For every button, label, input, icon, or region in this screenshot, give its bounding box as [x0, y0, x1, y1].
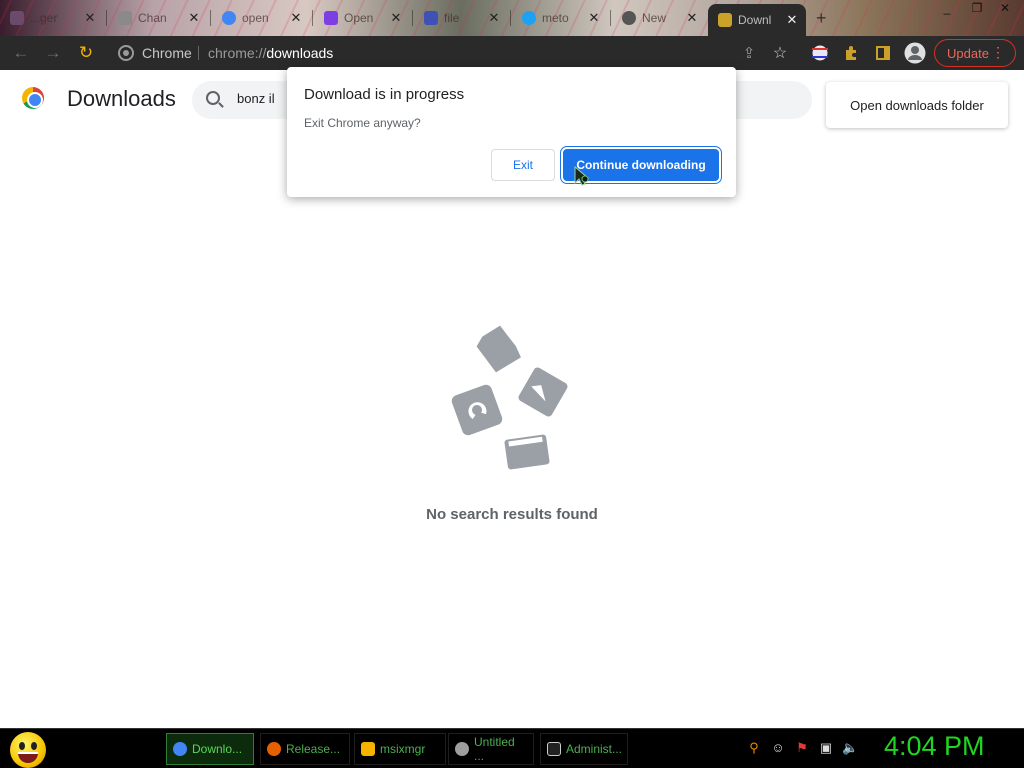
- tab-favicon-icon: [10, 11, 24, 25]
- exit-confirmation-dialog: Download is in progress Exit Chrome anyw…: [287, 67, 736, 197]
- taskbar-item-msixmgr[interactable]: msixmgr: [354, 733, 446, 765]
- close-icon[interactable]: ✕: [784, 12, 800, 28]
- flag-tray-icon[interactable]: ⚑: [794, 740, 810, 756]
- tab-7[interactable]: New ✕: [612, 4, 706, 32]
- tab-1[interactable]: ...ger ✕: [0, 4, 104, 32]
- close-icon[interactable]: ✕: [388, 10, 404, 26]
- tab-divider: [106, 10, 107, 26]
- close-icon[interactable]: ✕: [288, 10, 304, 26]
- screen: ...ger ✕ Chan ✕ open ✕ Open ✕ file ✕ met…: [0, 0, 1024, 768]
- close-icon[interactable]: ✕: [82, 10, 98, 26]
- taskbar-item-label: Administ...: [566, 742, 623, 756]
- tab-label: New: [642, 11, 667, 25]
- close-icon[interactable]: ✕: [486, 10, 502, 26]
- tab-divider: [312, 10, 313, 26]
- tab-label: Downl: [738, 13, 772, 27]
- tab-favicon-icon: [118, 11, 132, 25]
- tab-label: ...ger: [30, 11, 58, 25]
- exit-button[interactable]: Exit: [491, 149, 555, 181]
- taskbar-clock[interactable]: 4:04 PM: [884, 731, 985, 762]
- tab-5[interactable]: file ✕: [414, 4, 508, 32]
- mouse-cursor-icon: [574, 165, 590, 186]
- site-label: Chrome: [142, 45, 192, 61]
- file-icon: [361, 742, 375, 756]
- tab-divider: [510, 10, 511, 26]
- tab-6[interactable]: meto ✕: [512, 4, 608, 32]
- taskbar-item-administrator[interactable]: Administ...: [540, 733, 628, 765]
- tab-label: Chan: [138, 11, 167, 25]
- side-panel-icon[interactable]: [872, 42, 894, 64]
- download-icon: [718, 13, 732, 27]
- reload-icon[interactable]: ↻: [75, 42, 97, 64]
- messenger-tray-icon[interactable]: ☺: [770, 740, 786, 756]
- close-icon[interactable]: ✕: [586, 10, 602, 26]
- chrome-site-icon: [118, 45, 134, 61]
- tab-favicon-icon: [324, 11, 338, 25]
- update-label: Update: [947, 45, 989, 61]
- account-avatar-icon[interactable]: [904, 42, 926, 64]
- tab-downloads-active[interactable]: Downl ✕: [708, 4, 806, 36]
- taskbar-item-label: Downlo...: [192, 742, 243, 756]
- empty-downloads-illustration: [451, 325, 568, 470]
- omnibox-divider: [198, 46, 199, 60]
- paint-icon: [455, 742, 469, 756]
- tab-strip: ...ger ✕ Chan ✕ open ✕ Open ✕ file ✕ met…: [0, 0, 1024, 36]
- more-menu-icon[interactable]: ⋮: [991, 44, 1005, 61]
- start-smiley-icon[interactable]: [10, 732, 46, 768]
- volume-icon[interactable]: 🔈: [842, 740, 858, 756]
- taskbar-item-release[interactable]: Release...: [260, 733, 350, 765]
- tab-label: file: [444, 11, 460, 25]
- tab-divider: [610, 10, 611, 26]
- no-results-message: No search results found: [426, 506, 598, 523]
- chrome-icon: [173, 742, 187, 756]
- update-button[interactable]: Update ⋮: [934, 39, 1016, 67]
- tab-divider: [412, 10, 413, 26]
- taskbar-item-label: Untitled ...: [474, 735, 515, 763]
- close-icon[interactable]: ✕: [684, 10, 700, 26]
- tab-favicon-icon: [424, 11, 438, 25]
- share-icon[interactable]: ⇪: [738, 42, 760, 64]
- page-title: Downloads: [67, 86, 176, 111]
- network-tray-icon[interactable]: ▣: [818, 740, 834, 756]
- google-icon: [222, 11, 236, 25]
- open-downloads-folder-menu-item[interactable]: Open downloads folder: [826, 82, 1008, 128]
- taskbar-item-downloads[interactable]: Downlo...: [166, 733, 254, 765]
- tab-label: meto: [542, 11, 569, 25]
- window-close-icon[interactable]: ✕: [990, 0, 1020, 16]
- tab-4[interactable]: Open ✕: [314, 4, 410, 32]
- back-arrow-icon[interactable]: ←: [10, 42, 32, 64]
- url-path: downloads: [266, 45, 334, 61]
- dialog-message: Exit Chrome anyway?: [304, 116, 421, 130]
- extensions-puzzle-icon[interactable]: [840, 42, 862, 64]
- tab-favicon-icon: [622, 11, 636, 25]
- tab-label: Open: [344, 11, 374, 25]
- taskbar-item-label: Release...: [286, 742, 341, 756]
- firefox-icon: [267, 742, 281, 756]
- new-tab-icon[interactable]: +: [816, 8, 827, 29]
- dialog-title: Download is in progress: [304, 86, 465, 103]
- forward-arrow-icon[interactable]: →: [42, 42, 64, 64]
- tab-divider: [210, 10, 211, 26]
- url-text: chrome://downloads: [208, 45, 333, 61]
- tab-3[interactable]: open ✕: [212, 4, 310, 32]
- tab-2[interactable]: Chan ✕: [108, 4, 208, 32]
- search-icon: [206, 91, 220, 105]
- tab-label: open: [242, 11, 269, 25]
- profile-flag-icon[interactable]: [809, 42, 831, 64]
- bookmark-star-icon[interactable]: ☆: [769, 42, 791, 64]
- twitter-icon: [522, 11, 536, 25]
- taskbar-item-label: msixmgr: [380, 742, 426, 756]
- console-icon: [547, 742, 561, 756]
- search-tray-icon[interactable]: ⚲: [746, 740, 762, 756]
- url-prefix: chrome://: [208, 45, 267, 61]
- taskbar: Downlo... Release... msixmgr Untitled ..…: [0, 728, 1024, 768]
- search-value: bonz il: [237, 91, 275, 106]
- address-bar[interactable]: Chrome chrome://downloads: [110, 40, 726, 66]
- taskbar-item-untitled[interactable]: Untitled ...: [448, 733, 534, 765]
- browser-toolbar: ← → ↻ Chrome chrome://downloads ⇪ ☆ Upda…: [0, 36, 1024, 70]
- chrome-logo-icon: [22, 87, 44, 109]
- close-icon[interactable]: ✕: [186, 10, 202, 26]
- minimize-icon[interactable]: _: [932, 0, 962, 16]
- maximize-icon[interactable]: ❐: [962, 0, 992, 16]
